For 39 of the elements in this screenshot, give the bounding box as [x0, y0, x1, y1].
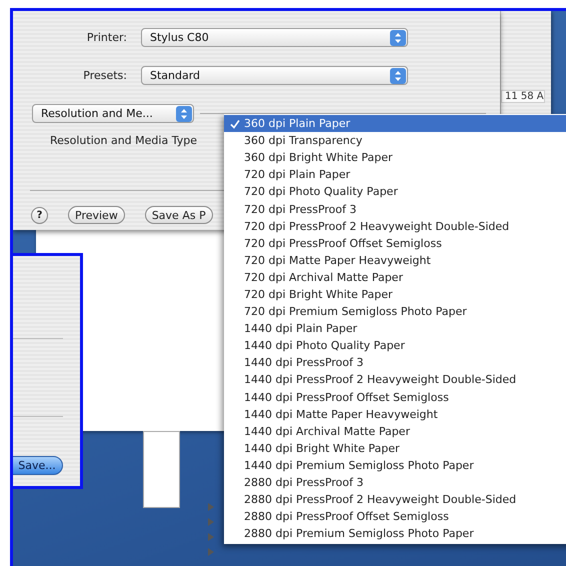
dialog-button[interactable]: Preview [68, 206, 125, 224]
menu-item[interactable]: 1440 dpi PressProof Offset Semigloss [224, 388, 566, 406]
help-button[interactable]: ? [31, 206, 48, 224]
menu-item[interactable]: 360 dpi Plain Paper [224, 115, 566, 132]
menu-item[interactable]: 2880 dpi PressProof Offset Semigloss [224, 508, 566, 526]
menu-item[interactable]: 2880 dpi PressProof 2 Heavyweight Double-Sided [224, 491, 566, 508]
menu-item[interactable]: 2880 dpi PressProof 3 [224, 474, 566, 492]
menu-item[interactable]: 1440 dpi Photo Quality Paper [224, 337, 566, 354]
popup-button[interactable]: Resolution and Me... [32, 104, 194, 123]
dialog-button[interactable]: Save As P [144, 206, 213, 224]
popup-button[interactable]: Stylus C80 [141, 28, 408, 47]
menu-item[interactable]: 720 dpi Premium Semigloss Photo Paper [224, 303, 566, 320]
menu-item[interactable]: 1440 dpi PressProof 2 Heavyweight Double-Sided [224, 371, 566, 388]
menu-item[interactable]: 720 dpi PressProof 2 Heavyweight Double-Sided [224, 218, 566, 235]
menu-item[interactable]: 720 dpi Matte Paper Heavyweight [224, 252, 566, 269]
popup-arrows-icon [390, 30, 406, 46]
menu-item[interactable]: 2880 dpi Premium Semigloss Photo Paper [224, 525, 566, 542]
menu-item[interactable]: 1440 dpi Bright White Paper [224, 440, 566, 457]
menu-item[interactable]: 720 dpi Bright White Paper [224, 286, 566, 304]
popup-arrows-icon [176, 106, 192, 122]
menu-item[interactable]: 720 dpi Plain Paper [224, 166, 566, 184]
field-label: Presets: [82, 69, 128, 82]
menu-item[interactable]: 720 dpi Photo Quality Paper [224, 183, 566, 200]
save-button[interactable]: Save... [13, 456, 63, 475]
field-label: Printer: [86, 31, 128, 44]
menu-item[interactable]: 1440 dpi Plain Paper [224, 320, 566, 338]
menu-item[interactable]: 1440 dpi Matte Paper Heavyweight [224, 406, 566, 423]
popup-arrows-icon [390, 68, 406, 84]
menu-item[interactable]: 720 dpi PressProof 3 [224, 200, 566, 218]
menu-item[interactable]: 360 dpi Bright White Paper [224, 149, 566, 166]
menu-item[interactable]: 1440 dpi Archival Matte Paper [224, 422, 566, 440]
menu-item[interactable]: 1440 dpi Premium Semigloss Photo Paper [224, 456, 566, 474]
menu-item[interactable]: 720 dpi PressProof Offset Semigloss [224, 234, 566, 252]
menu-item[interactable]: 1440 dpi PressProof 3 [224, 354, 566, 372]
popup-button[interactable]: Standard [141, 66, 408, 85]
field-label: Resolution and Media Type [50, 134, 197, 147]
menu-item[interactable]: 360 dpi Transparency [224, 132, 566, 150]
menu-item[interactable]: 720 dpi Archival Matte Paper [224, 268, 566, 286]
clock-text: 11 58 A [501, 90, 545, 103]
